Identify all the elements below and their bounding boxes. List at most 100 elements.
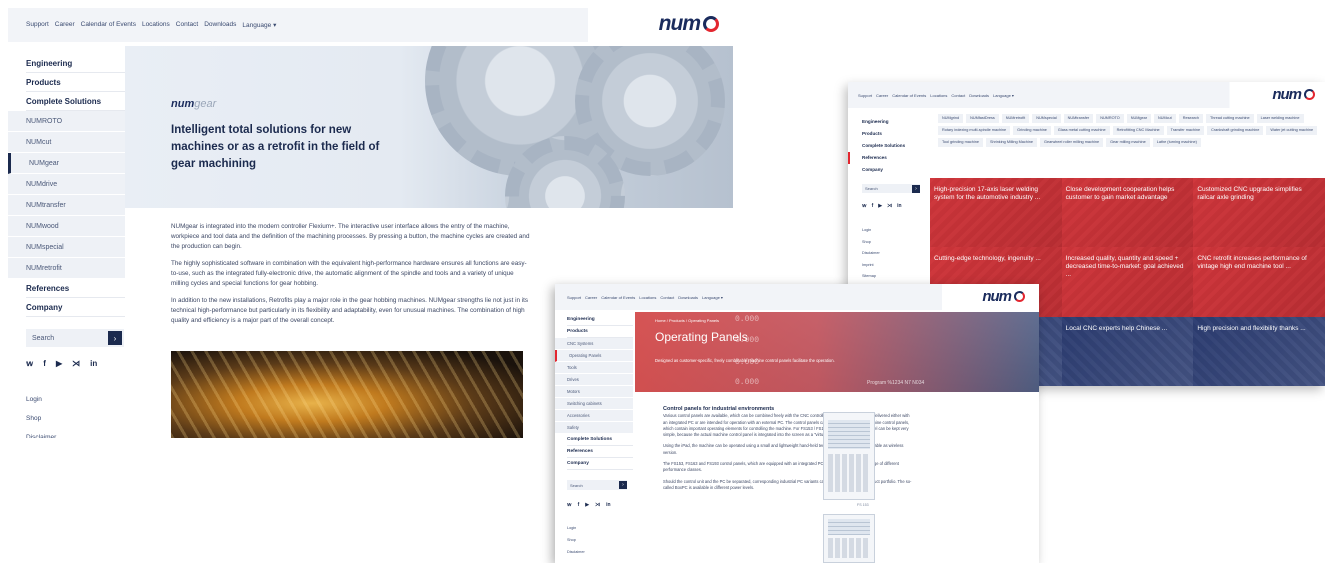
xing-icon[interactable]: ⋊ [887,203,892,209]
twitter-icon[interactable]: 𝕨 [567,502,572,508]
footer-link-shop[interactable]: Shop [567,534,633,546]
top-link-3[interactable]: Locations [930,93,947,98]
footer-link-disclaimer[interactable]: Disclaimer [26,428,125,438]
filter-tag[interactable]: NUMfastDress [966,114,999,123]
sidebar-item-complete-solutions[interactable]: Complete Solutions [26,92,125,111]
top-link-2[interactable]: Calendar of Events [601,295,635,300]
sidebar-subitem-motors[interactable]: Motors [555,386,633,398]
sidebar-subitem-numwood[interactable]: NUMwood [8,216,125,237]
reference-tile[interactable]: Increased quality, quantity and speed + … [1062,247,1194,317]
sidebar-item-engineering[interactable]: Engineering [862,116,924,128]
top-link-6[interactable]: Language ▾ [702,295,723,300]
sidebar-item-company[interactable]: Company [862,164,924,176]
footer-link-login[interactable]: Login [862,225,924,237]
num-logo[interactable]: num [982,288,1025,305]
top-link-6[interactable]: Language ▾ [242,21,276,29]
sidebar-item-company[interactable]: Company [26,298,125,317]
search-button[interactable]: › [108,331,122,345]
filter-tag[interactable]: Lathe (turning machine) [1152,138,1201,147]
search-input[interactable]: Search › [26,329,124,347]
sidebar-subitem-numdrive[interactable]: NUMdrive [8,174,125,195]
sidebar-item-references[interactable]: References [567,446,633,458]
youtube-icon[interactable]: ▶ [56,359,62,368]
top-link-0[interactable]: Support [26,21,49,29]
sidebar-subitem-drives[interactable]: Drives [555,374,633,386]
sidebar-item-references[interactable]: References [848,152,924,164]
filter-tag[interactable]: NUMgear [1126,114,1151,123]
top-link-5[interactable]: Downloads [678,295,698,300]
sidebar-subitem-tools[interactable]: Tools [555,362,633,374]
sidebar-item-complete-solutions[interactable]: Complete Solutions [862,140,924,152]
top-link-1[interactable]: Career [585,295,597,300]
sidebar-item-engineering[interactable]: Engineering [26,54,125,73]
top-link-5[interactable]: Downloads [969,93,989,98]
sidebar-item-company[interactable]: Company [567,458,633,470]
sidebar-subitem-numspecial[interactable]: NUMspecial [8,237,125,258]
top-link-0[interactable]: Support [858,93,872,98]
filter-tag[interactable]: NUMROTO [1096,114,1124,123]
top-link-1[interactable]: Career [55,21,75,29]
sidebar-item-complete-solutions[interactable]: Complete Solutions [567,434,633,446]
sidebar-subitem-numroto[interactable]: NUMROTO [8,111,125,132]
reference-tile[interactable]: Local CNC experts help Chinese ... [1062,317,1194,386]
filter-tag[interactable]: Tool grinding machine [938,138,983,147]
top-link-4[interactable]: Contact [176,21,198,29]
facebook-icon[interactable]: f [872,203,874,209]
search-button[interactable]: › [912,184,920,193]
filter-tag[interactable]: Research [1178,114,1203,123]
footer-link-disclaimer[interactable]: Disclaimer [567,546,633,558]
footer-link-imprint[interactable]: Imprint [862,260,924,272]
youtube-icon[interactable]: ▶ [585,502,589,508]
sidebar-subitem-safety[interactable]: Safety [555,422,633,434]
sidebar-subitem-cnc-systems[interactable]: CNC Systems [555,338,633,350]
num-logo[interactable]: num [659,12,719,36]
top-link-5[interactable]: Downloads [204,21,236,29]
facebook-icon[interactable]: f [578,502,580,508]
filter-tag[interactable]: Thread cutting machine [1205,114,1254,123]
sidebar-subitem-numretrofit[interactable]: NUMretrofit [8,258,125,279]
num-logo[interactable]: num [1272,86,1315,103]
sidebar-subitem-accessories[interactable]: Accessories [555,410,633,422]
filter-tag[interactable]: Laser welding machine [1256,114,1304,123]
footer-link-disclaimer[interactable]: Disclaimer [862,248,924,260]
top-link-1[interactable]: Career [876,93,888,98]
sidebar-subitem-numtransfer[interactable]: NUMtransfer [8,195,125,216]
filter-tag[interactable]: NUMtransfer [1063,114,1094,123]
youtube-icon[interactable]: ▶ [878,203,882,209]
filter-tag[interactable]: Crankshaft grinding machine [1207,126,1264,135]
search-button[interactable]: › [619,481,627,489]
sidebar-item-engineering[interactable]: Engineering [567,314,633,326]
footer-link-login[interactable]: Login [26,390,125,409]
filter-tag[interactable]: Retrofitting CNC Machine [1112,126,1164,135]
linkedin-icon[interactable]: in [90,359,97,368]
filter-tag[interactable]: Gearwheel roller milling machine [1040,138,1104,147]
twitter-icon[interactable]: 𝕨 [26,359,33,368]
footer-link-shop[interactable]: Shop [26,409,125,428]
xing-icon[interactable]: ⋊ [595,502,600,508]
filter-tag[interactable]: Glass metal cutting machine [1053,126,1110,135]
reference-tile[interactable]: Customized CNC upgrade simplifies railca… [1193,178,1325,248]
sidebar-item-references[interactable]: References [26,279,125,298]
filter-tag[interactable]: Grinding machine [1013,126,1051,135]
sidebar-item-products[interactable]: Products [26,73,125,92]
top-link-2[interactable]: Calendar of Events [892,93,926,98]
filter-tag[interactable]: NUMspecial [1032,114,1061,123]
breadcrumb[interactable]: Home / Products / Operating Panels [655,318,719,323]
footer-link-login[interactable]: Login [567,522,633,534]
xing-icon[interactable]: ⋊ [72,359,80,368]
footer-link-sitemap[interactable]: Sitemap [862,271,924,283]
filter-tag[interactable]: Gear milling machine [1106,138,1150,147]
reference-tile[interactable]: High precision and flexibility thanks ..… [1193,317,1325,386]
top-link-3[interactable]: Locations [639,295,656,300]
linkedin-icon[interactable]: in [897,203,901,209]
top-link-0[interactable]: Support [567,295,581,300]
filter-tag[interactable]: Transfer machine [1166,126,1205,135]
footer-link-shop[interactable]: Shop [862,237,924,249]
sidebar-subitem-numcut[interactable]: NUMcut [8,132,125,153]
top-link-2[interactable]: Calendar of Events [81,21,136,29]
top-link-4[interactable]: Contact [951,93,965,98]
filter-tag[interactable]: Rotary indexing multi-spindle machine [938,126,1011,135]
filter-tag[interactable]: Shrinking Milling Machine [985,138,1037,147]
filter-tag[interactable]: NUMgrind [938,114,964,123]
filter-tag[interactable]: NUMretrofit [1001,114,1030,123]
